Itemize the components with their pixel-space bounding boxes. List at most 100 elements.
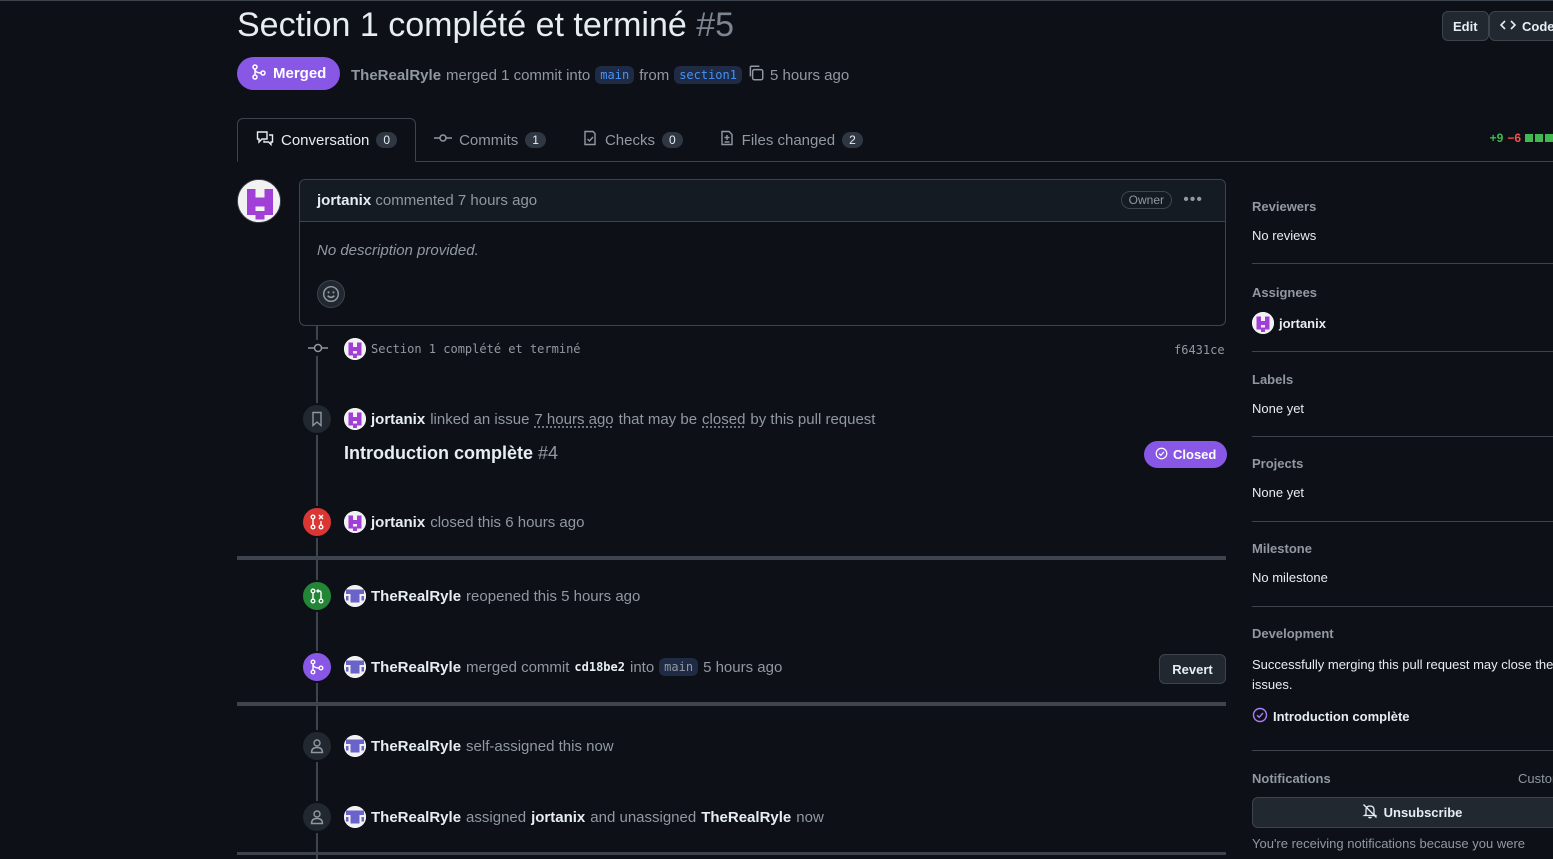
issue-state-badge: Closed	[1144, 441, 1228, 468]
deletions-count: −6	[1507, 131, 1521, 145]
sidebar-assignees[interactable]: Assignees jortanix	[1252, 285, 1553, 334]
event-user[interactable]: jortanix	[371, 514, 425, 531]
reopened-event: TheRealRyle reopened this 5 hours ago	[344, 585, 640, 607]
git-merge-icon	[301, 651, 333, 683]
tab-files-changed[interactable]: Files changed 2	[701, 118, 881, 162]
pr-number: #5	[696, 6, 735, 44]
sidebar-heading: Projects	[1252, 456, 1304, 471]
event-user[interactable]: TheRealRyle	[371, 659, 461, 676]
state-label: Merged	[273, 65, 327, 82]
sidebar-development[interactable]: Development Successfully merging this pu…	[1252, 626, 1553, 726]
event-user[interactable]: TheRealRyle	[371, 809, 461, 826]
sidebar-value: None yet	[1252, 485, 1305, 500]
commit-message[interactable]: Section 1 complété et terminé	[371, 342, 581, 356]
diffstat: +9 −6	[1490, 131, 1553, 145]
base-branch[interactable]: main	[595, 66, 635, 84]
linked-issue-title[interactable]: Introduction complète #4	[344, 443, 558, 464]
merged-event: TheRealRyle merged commit cd18be2 into m…	[344, 656, 782, 678]
sidebar-value: No milestone	[1252, 570, 1328, 585]
sidebar-divider	[1252, 606, 1553, 607]
sidebar-heading: Labels	[1252, 372, 1294, 387]
event-text: into	[629, 658, 655, 676]
event-text: self-assigned this now	[466, 737, 614, 755]
sidebar-divider	[1252, 351, 1553, 352]
event-user[interactable]: TheRealRyle	[371, 588, 461, 605]
avatar[interactable]	[344, 656, 366, 678]
sidebar-labels[interactable]: Labels None yet	[1252, 372, 1553, 416]
comment-box: jortanix commented 7 hours ago Owner •••…	[299, 179, 1226, 326]
customize-link[interactable]: Customize	[1518, 771, 1553, 786]
timeline-break	[237, 556, 1226, 560]
unsubscribe-button[interactable]: Unsubscribe	[1252, 797, 1553, 828]
development-issue-title: Introduction complète	[1273, 709, 1410, 724]
code-label: Code	[1522, 18, 1553, 34]
self-assigned-event: TheRealRyle self-assigned this now	[344, 735, 614, 757]
merge-branch[interactable]: main	[659, 658, 699, 676]
tab-label: Conversation	[281, 131, 370, 149]
event-text: by this pull request	[750, 410, 876, 428]
tab-conversation[interactable]: Conversation 0	[237, 118, 417, 162]
tab-counter: 0	[376, 132, 398, 148]
sidebar-reviewers[interactable]: Reviewers No reviews	[1252, 199, 1553, 243]
head-branch[interactable]: section1	[674, 66, 742, 84]
event-user[interactable]: jortanix	[371, 411, 425, 428]
git-pull-request-closed-icon	[301, 506, 333, 538]
avatar[interactable]	[344, 338, 366, 360]
sidebar-value: None yet	[1252, 401, 1305, 416]
pr-meta: TheRealRyle merged 1 commit into main fr…	[351, 64, 849, 86]
closed-link[interactable]: closed	[702, 411, 745, 428]
merge-time: 5 hours ago	[769, 66, 850, 84]
event-text: merged commit	[466, 658, 570, 676]
unassignee-link[interactable]: TheRealRyle	[701, 809, 791, 826]
assignee-name[interactable]: jortanix	[1279, 316, 1326, 331]
tab-counter: 2	[842, 132, 863, 148]
sidebar-milestone[interactable]: Milestone No milestone	[1252, 541, 1553, 585]
sidebar-projects[interactable]: Projects None yet	[1252, 456, 1553, 500]
avatar[interactable]	[344, 806, 366, 828]
development-issue[interactable]: Introduction complète	[1252, 707, 1553, 726]
event-time[interactable]: 7 hours ago	[534, 411, 613, 428]
bookmark-icon	[301, 403, 333, 435]
tab-counter: 0	[661, 132, 683, 148]
avatar[interactable]	[344, 408, 366, 430]
sidebar-heading: Milestone	[1252, 541, 1312, 556]
additions-count: +9	[1489, 131, 1504, 145]
avatar[interactable]	[237, 179, 281, 223]
tab-label: Commits	[459, 131, 519, 149]
sidebar-divider	[1252, 521, 1553, 522]
sidebar-heading: Assignees	[1252, 285, 1318, 300]
tab-checks[interactable]: Checks 0	[564, 118, 701, 162]
owner-badge: Owner	[1120, 191, 1172, 209]
kebab-horizontal-icon[interactable]: •••	[1183, 191, 1203, 209]
code-icon	[1499, 17, 1517, 36]
comment-header: jortanix commented 7 hours ago Owner •••	[300, 180, 1225, 222]
git-merge-icon	[251, 63, 267, 84]
tab-label: Checks	[604, 131, 655, 149]
event-user[interactable]: TheRealRyle	[371, 738, 461, 755]
linked-issue-event: jortanix linked an issue 7 hours ago tha…	[344, 408, 875, 430]
tab-commits[interactable]: Commits 1	[416, 118, 564, 162]
top-border	[0, 0, 1553, 1]
closed-event: jortanix closed this 6 hours ago	[344, 511, 584, 533]
code-button[interactable]: Code	[1489, 11, 1553, 41]
avatar[interactable]	[1252, 312, 1274, 334]
event-time: 5 hours ago	[703, 658, 783, 676]
smiley-icon[interactable]	[317, 280, 345, 308]
issue-title: Introduction complète	[344, 443, 533, 463]
file-diff-icon	[719, 130, 735, 150]
avatar[interactable]	[344, 735, 366, 757]
merge-commit-sha[interactable]: cd18be2	[574, 660, 625, 674]
assignee-link[interactable]: jortanix	[531, 809, 585, 826]
pr-tabs: Conversation 0 Commits 1 Checks 0 Files …	[237, 118, 881, 162]
commit-sha[interactable]: f6431ce	[1174, 343, 1225, 357]
assigned-event: TheRealRyle assigned jortanix and unassi…	[344, 806, 824, 828]
copy-icon[interactable]	[747, 64, 765, 86]
avatar[interactable]	[344, 585, 366, 607]
avatar[interactable]	[344, 511, 366, 533]
author-link[interactable]: TheRealRyle	[351, 67, 441, 84]
person-icon	[301, 801, 333, 833]
edit-button[interactable]: Edit	[1442, 11, 1489, 41]
merge-text: merged 1 commit into	[446, 66, 591, 84]
comment-author[interactable]: jortanix	[317, 192, 371, 209]
revert-button[interactable]: Revert	[1159, 654, 1226, 684]
